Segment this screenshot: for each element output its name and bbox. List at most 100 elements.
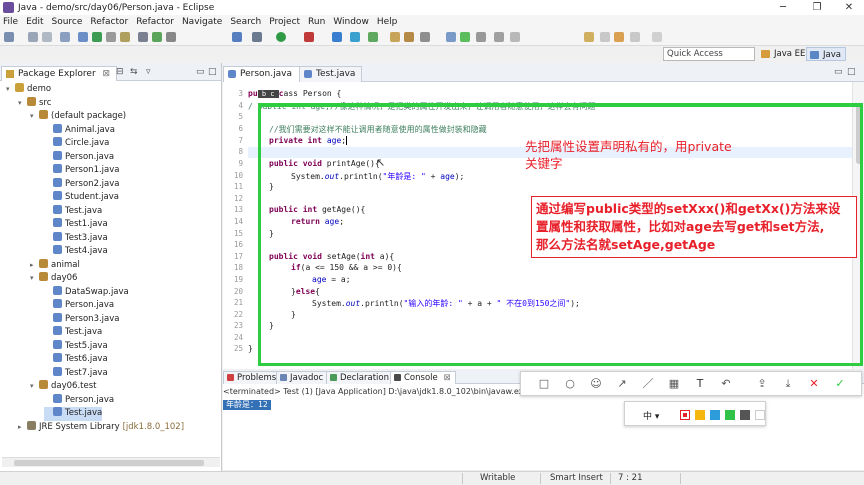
tree-item[interactable]: Test6.java [44, 353, 108, 367]
skip-breakpoints-icon[interactable] [232, 32, 242, 42]
tree-item[interactable]: Person.java [44, 299, 114, 313]
quick-access-input[interactable]: Quick Access [663, 47, 755, 61]
share-icon[interactable]: ⇪ [755, 377, 769, 391]
minimize-view-icon[interactable]: ▭ [196, 67, 205, 77]
text-tool-icon[interactable]: T [693, 377, 707, 391]
tree-item[interactable]: Test.java [44, 407, 103, 421]
rectangle-tool-icon[interactable]: □ [537, 377, 551, 391]
menu-help[interactable]: Help [377, 17, 398, 27]
tree-item[interactable]: Circle.java [44, 137, 109, 151]
mosaic-tool-icon[interactable]: ▦ [667, 377, 681, 391]
save-icon[interactable] [28, 32, 38, 42]
tree-item[interactable]: ▾ day06 [30, 272, 77, 286]
last-edit-icon[interactable] [600, 32, 610, 42]
tree-item[interactable]: Test4.java [44, 245, 108, 259]
tree-item[interactable]: Test3.java [44, 231, 108, 246]
menu-navigate[interactable]: Navigate [182, 17, 222, 27]
perspective-java-ee[interactable]: Java EE [758, 47, 809, 61]
print-icon[interactable] [60, 32, 70, 42]
confirm-icon[interactable]: ✓ [833, 377, 847, 391]
tab-test-java[interactable]: Test.java [299, 66, 363, 82]
collapsed-arrow-icon[interactable]: ▸ [18, 421, 27, 435]
new-icon[interactable] [4, 32, 14, 42]
maximize-button[interactable]: ❐ [802, 0, 832, 15]
minimize-button[interactable]: ─ [768, 0, 798, 15]
color-swatch-yellow[interactable] [695, 410, 705, 420]
new-package-icon[interactable] [350, 32, 360, 42]
emoji-tool-icon[interactable]: ☺ [589, 377, 603, 391]
collapse-all-icon[interactable]: ⊟ [116, 67, 124, 77]
menu-file[interactable]: File [3, 17, 18, 27]
forward-icon[interactable] [652, 32, 662, 42]
task-icon[interactable] [106, 32, 116, 42]
expanded-arrow-icon[interactable]: ▾ [18, 97, 27, 111]
save-all-icon[interactable] [42, 32, 52, 42]
tree-item[interactable]: Person.java [44, 150, 114, 165]
tree-item[interactable]: ▾ (default package) [30, 110, 126, 124]
color-swatch-red[interactable] [680, 410, 690, 420]
back-icon[interactable] [614, 32, 624, 42]
menu-search[interactable]: Search [230, 17, 261, 27]
tree-item[interactable]: Person.java [44, 393, 114, 408]
download-icon[interactable]: ⤓ [781, 377, 795, 391]
word-wrap-icon[interactable] [510, 32, 520, 42]
tree-item[interactable]: Test.java [44, 204, 102, 219]
tree-item[interactable]: ▾ day06.test [30, 380, 96, 394]
tree-item[interactable]: Animal.java [44, 123, 115, 138]
tree-item[interactable]: Test5.java [44, 339, 108, 354]
expanded-arrow-icon[interactable]: ▾ [30, 110, 39, 124]
font-size-select[interactable]: 中 ▾ [643, 409, 659, 422]
tree-item[interactable]: Test1.java [44, 218, 108, 232]
debug-icon[interactable] [252, 32, 262, 42]
tree-item[interactable]: ▾ src [18, 96, 51, 111]
menu-project[interactable]: Project [269, 17, 300, 27]
close-button[interactable]: ✕ [834, 0, 864, 15]
tree-item[interactable]: ▸ JRE System Library [jdk1.8.0_102] [18, 420, 184, 435]
tree-item[interactable]: Person1.java [44, 164, 119, 178]
maximize-view-icon[interactable]: □ [208, 67, 217, 77]
toggle-mark-icon[interactable] [78, 32, 88, 42]
arrow-tool-icon[interactable]: ↗ [615, 377, 629, 391]
menu-source[interactable]: Source [52, 17, 83, 27]
next-annotation-icon[interactable] [420, 32, 430, 42]
scrollbar-thumb[interactable] [14, 460, 204, 466]
search-icon[interactable] [120, 32, 130, 42]
editor-minimize-icon[interactable]: ▭ [834, 67, 843, 77]
run-icon[interactable] [276, 32, 286, 42]
terminal-icon[interactable] [138, 32, 148, 42]
menu-refactor[interactable]: Refactor [90, 17, 128, 27]
menu-run[interactable]: Run [308, 17, 325, 27]
tab-problems[interactable]: Problems [223, 371, 282, 384]
outline-icon[interactable] [152, 32, 162, 42]
tab-javadoc[interactable]: Javadoc [276, 371, 329, 384]
color-swatch-gray[interactable] [740, 410, 750, 420]
block-selection-icon[interactable] [476, 32, 486, 42]
tree-item[interactable]: ▾ demo [6, 83, 51, 97]
expanded-arrow-icon[interactable]: ▾ [30, 380, 39, 394]
new-java-project-icon[interactable] [332, 32, 342, 42]
tree-item[interactable]: Person3.java [44, 312, 119, 327]
tree-item[interactable]: Test7.java [44, 366, 108, 381]
link-with-editor-icon[interactable]: ⇆ [130, 67, 138, 77]
undo-icon[interactable]: ↶ [719, 377, 733, 391]
forward-dropdown-icon[interactable] [630, 32, 640, 42]
editor-maximize-icon[interactable]: □ [847, 67, 856, 77]
view-menu-icon[interactable]: ▿ [146, 67, 151, 77]
ellipse-tool-icon[interactable]: ○ [563, 377, 577, 391]
open-folder-icon[interactable] [390, 32, 400, 42]
open-type-icon[interactable] [92, 32, 102, 42]
close-view-icon[interactable]: ⊠ [103, 69, 111, 79]
expanded-arrow-icon[interactable]: ▾ [6, 83, 15, 97]
new-class-icon[interactable] [368, 32, 378, 42]
prev-annotation-icon[interactable] [446, 32, 456, 42]
cancel-icon[interactable]: ✕ [807, 377, 821, 391]
package-explorer-tab[interactable]: Package Explorer ⊠ [1, 66, 118, 81]
tree-item[interactable]: ▸ animal [30, 258, 80, 273]
close-console-icon[interactable]: ⊠ [443, 373, 450, 383]
next-edit-icon[interactable] [584, 32, 594, 42]
tree-item[interactable]: Person2.java [44, 177, 119, 192]
menu-edit[interactable]: Edit [26, 17, 43, 27]
pen-tool-icon[interactable]: ／ [641, 377, 655, 391]
tree-item[interactable]: Student.java [44, 191, 119, 205]
show-whitespace-icon[interactable] [494, 32, 504, 42]
